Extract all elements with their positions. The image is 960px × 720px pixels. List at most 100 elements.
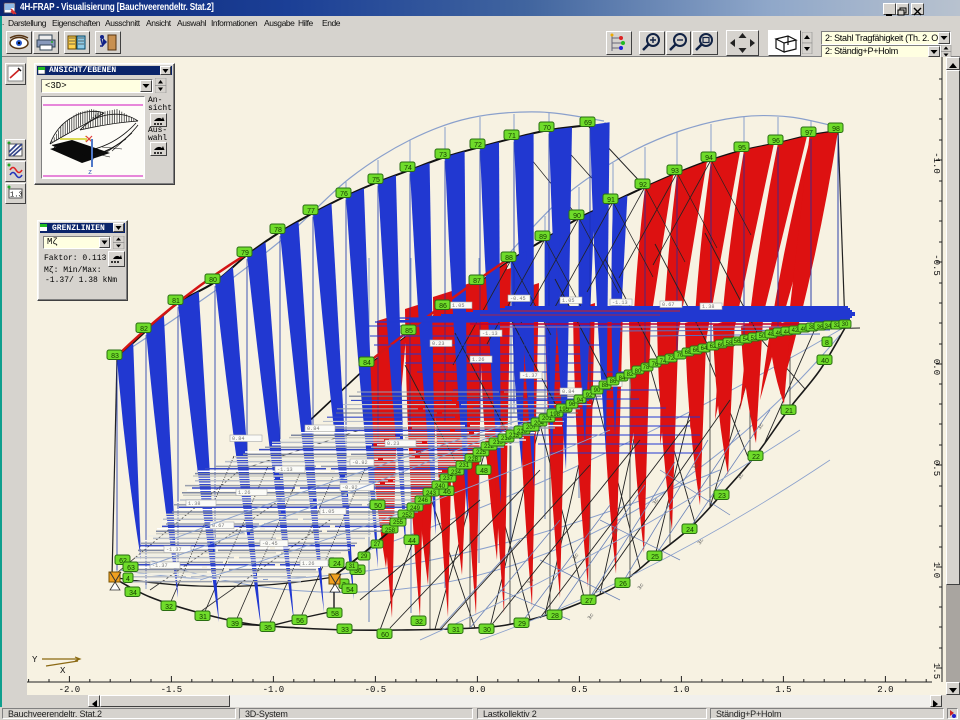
svg-text:21: 21 <box>785 408 793 415</box>
svg-text:28: 28 <box>551 613 559 620</box>
svg-text:1.0: 1.0 <box>931 562 941 578</box>
svg-text:54: 54 <box>346 587 354 594</box>
svg-text:0.0: 0.0 <box>469 685 485 695</box>
svg-text:237: 237 <box>443 476 454 482</box>
svg-text:69: 69 <box>584 120 592 127</box>
svg-text:8: 8 <box>825 340 829 347</box>
svg-text:50: 50 <box>374 503 382 510</box>
svg-text:25: 25 <box>651 554 659 561</box>
svg-text:-1.13: -1.13 <box>612 300 628 306</box>
svg-text:1.5: 1.5 <box>775 685 791 695</box>
svg-text:1.05: 1.05 <box>562 298 574 304</box>
svg-text:1.38: 1.38 <box>702 304 714 310</box>
svg-text:-0.92: -0.92 <box>352 460 368 466</box>
svg-text:24: 24 <box>333 561 341 568</box>
svg-text:82: 82 <box>140 326 148 333</box>
svg-text:58: 58 <box>331 611 339 618</box>
svg-text:78: 78 <box>274 227 282 234</box>
svg-text:98: 98 <box>832 126 840 133</box>
svg-text:34: 34 <box>129 590 137 597</box>
svg-text:86: 86 <box>439 303 447 310</box>
svg-text:60: 60 <box>381 632 389 639</box>
svg-text:0.5: 0.5 <box>931 460 941 476</box>
svg-text:83: 83 <box>111 353 119 360</box>
svg-text:27: 27 <box>374 542 381 548</box>
svg-text:35: 35 <box>264 625 272 632</box>
svg-text:-0.45: -0.45 <box>510 296 526 302</box>
svg-text:0.84: 0.84 <box>562 389 574 395</box>
svg-text:71: 71 <box>508 133 516 140</box>
svg-text:231: 231 <box>459 463 470 469</box>
svg-text:46: 46 <box>443 489 451 496</box>
svg-text:31: 31 <box>199 614 207 621</box>
svg-text:246: 246 <box>418 498 429 504</box>
svg-text:40: 40 <box>821 358 829 365</box>
svg-text:258: 258 <box>385 528 396 534</box>
svg-text:Y: Y <box>32 655 38 665</box>
svg-text:1.0: 1.0 <box>673 685 689 695</box>
svg-text:1.38: 1.38 <box>188 501 200 507</box>
svg-text:0.67: 0.67 <box>662 302 674 308</box>
svg-text:240: 240 <box>435 484 446 490</box>
svg-text:30: 30 <box>483 627 491 634</box>
svg-text:44: 44 <box>408 538 416 545</box>
svg-text:92: 92 <box>639 182 647 189</box>
svg-text:-0.5: -0.5 <box>365 685 387 695</box>
svg-text:-2.0: -2.0 <box>59 685 81 695</box>
svg-text:97: 97 <box>805 130 813 137</box>
svg-text:X: X <box>60 666 66 676</box>
svg-text:2.0: 2.0 <box>877 685 893 695</box>
svg-text:228: 228 <box>468 457 479 463</box>
svg-text:1.26: 1.26 <box>472 357 484 363</box>
svg-text:31: 31 <box>349 564 356 570</box>
svg-text:243: 243 <box>426 491 437 497</box>
svg-text:-1.13: -1.13 <box>482 331 498 337</box>
svg-text:234: 234 <box>451 470 462 476</box>
svg-text:33: 33 <box>341 627 349 634</box>
svg-text:-1.5: -1.5 <box>161 685 183 695</box>
svg-text:79: 79 <box>241 250 249 257</box>
svg-text:81: 81 <box>172 298 180 305</box>
svg-text:75: 75 <box>372 177 380 184</box>
svg-text:0.84: 0.84 <box>307 426 319 432</box>
svg-text:85: 85 <box>405 328 413 335</box>
svg-text:89: 89 <box>539 234 547 241</box>
svg-text:96: 96 <box>772 138 780 145</box>
svg-text:22: 22 <box>752 454 760 461</box>
svg-text:39: 39 <box>231 621 239 628</box>
svg-text:-1.0: -1.0 <box>263 685 285 695</box>
svg-text:0.23: 0.23 <box>387 441 399 447</box>
svg-text:-1.37: -1.37 <box>522 373 538 379</box>
svg-text:-1.37: -1.37 <box>166 547 182 553</box>
svg-text:24: 24 <box>686 527 694 534</box>
svg-text:63: 63 <box>127 565 135 572</box>
svg-text:32: 32 <box>165 604 173 611</box>
svg-text:0.23: 0.23 <box>432 341 444 347</box>
svg-text:70: 70 <box>543 125 551 132</box>
svg-text:1.26: 1.26 <box>302 561 314 567</box>
svg-text:76: 76 <box>340 191 348 198</box>
svg-text:1.05: 1.05 <box>452 303 464 309</box>
svg-text:23: 23 <box>718 493 726 500</box>
svg-text:90: 90 <box>573 213 581 220</box>
svg-text:73: 73 <box>439 152 447 159</box>
svg-text:-0.45: -0.45 <box>262 541 278 547</box>
svg-text:94: 94 <box>705 155 713 162</box>
svg-text:225: 225 <box>476 450 487 456</box>
svg-text:91: 91 <box>607 197 615 204</box>
svg-text:-1.0: -1.0 <box>931 152 941 174</box>
svg-text:30: 30 <box>842 322 849 328</box>
svg-text:95: 95 <box>738 145 746 152</box>
svg-text:84: 84 <box>363 360 371 367</box>
svg-text:93: 93 <box>671 168 679 175</box>
svg-text:56: 56 <box>296 618 304 625</box>
svg-text:27: 27 <box>585 598 593 605</box>
svg-text:0.5: 0.5 <box>571 685 587 695</box>
svg-text:72: 72 <box>474 142 482 149</box>
svg-text:252: 252 <box>402 513 413 519</box>
svg-text:1.26: 1.26 <box>238 490 250 496</box>
svg-text:29: 29 <box>518 621 526 628</box>
svg-text:-0.5: -0.5 <box>931 254 941 276</box>
svg-text:87: 87 <box>473 278 481 285</box>
svg-text:88: 88 <box>505 255 513 262</box>
